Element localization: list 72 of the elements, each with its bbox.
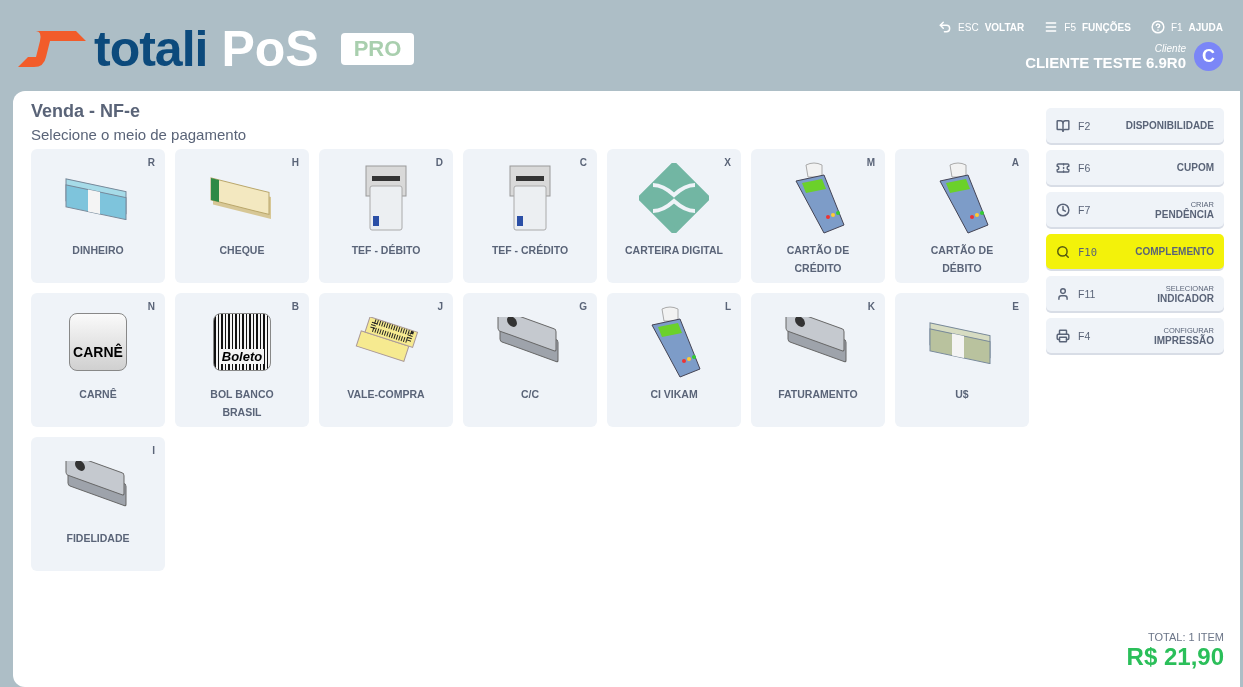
action-button[interactable]: F2 DISPONIBILIDADE (1046, 108, 1224, 143)
payment-label: FIDELIDADE (66, 531, 130, 546)
payment-tile[interactable]: M CARTÃO DE CRÉDITO (751, 149, 885, 283)
shortcut-key: I (152, 445, 155, 456)
payment-tile[interactable]: L CI VIKAM (607, 293, 741, 427)
shortcut-key: M (866, 157, 875, 168)
shortcut-key: A (1011, 157, 1019, 168)
payment-tile[interactable]: E U$ (895, 293, 1029, 427)
search-icon (1056, 244, 1070, 259)
clock-icon (1056, 202, 1070, 217)
shortcut-key: B (291, 301, 299, 312)
logo-text: totali (94, 19, 208, 78)
payment-label: CI VIKAM (650, 387, 698, 402)
total-value: R$ 21,90 (1126, 643, 1224, 671)
action-button[interactable]: F10 COMPLEMENTO (1046, 234, 1224, 269)
shortcut-key: K (867, 301, 875, 312)
payment-label: VALE-COMPRA (347, 387, 425, 402)
client-name: CLIENTE TESTE 6.9R0 (1025, 53, 1186, 71)
barcode-icon: Boleto (213, 313, 271, 371)
shortcut-key: E (1012, 301, 1019, 312)
payment-tile[interactable]: B Boleto BOL BANCO BRASIL (175, 293, 309, 427)
page-title: Venda - NF-e (31, 101, 142, 122)
payment-tile[interactable]: A CARTÃO DE DÉBITO (895, 149, 1029, 283)
payment-label: TEF - DÉBITO (351, 243, 421, 258)
shortcut-key: G (579, 301, 587, 312)
payment-label: CARNÊ (79, 387, 117, 402)
payment-label: U$ (955, 387, 969, 402)
back-icon (938, 20, 953, 34)
client-avatar[interactable]: C (1194, 42, 1223, 71)
payment-tile[interactable]: K FATURAMENTO (751, 293, 885, 427)
payment-label: FATURAMENTO (778, 387, 858, 402)
menu-icon (1044, 20, 1059, 34)
diamond-logo-icon (639, 163, 709, 233)
ticket-icon (1056, 160, 1070, 175)
card-reader-icon (508, 164, 552, 232)
shortcut-key: N (147, 301, 155, 312)
shortcut-key: R (147, 157, 155, 168)
payment-label: CARTÃO DE CRÉDITO (785, 243, 851, 276)
payment-tile[interactable]: R DINHEIRO (31, 149, 165, 283)
shortcut-key: D (435, 157, 443, 168)
payment-label: BOL BANCO BRASIL (209, 387, 275, 420)
shortcut-key: H (291, 157, 299, 168)
help-icon (1150, 20, 1165, 34)
client-caption: Cliente (1154, 42, 1186, 54)
shortcut-key: L (724, 301, 731, 312)
payment-tile[interactable]: I FIDELIDADE (31, 437, 165, 571)
carne-icon: CARNÊ (69, 313, 127, 371)
payment-label: C/C (520, 387, 540, 402)
payment-label: CARTEIRA DIGITAL (625, 243, 723, 258)
payment-tile[interactable]: J VALE-COMPRA (319, 293, 453, 427)
card-reader-icon (364, 164, 408, 232)
shortcut-key: X (724, 157, 731, 168)
book-icon (1056, 118, 1070, 133)
total-caption: TOTAL: 1 ITEM (1148, 631, 1224, 643)
payment-label: CARTÃO DE DÉBITO (929, 243, 995, 276)
printer-icon (1056, 328, 1070, 343)
payment-tile[interactable]: X CARTEIRA DIGITAL (607, 149, 741, 283)
payment-tile[interactable]: N CARNÊ CARNÊ (31, 293, 165, 427)
payment-tile[interactable]: D TEF - DÉBITO (319, 149, 453, 283)
payment-label: DINHEIRO (72, 243, 124, 258)
payment-tile[interactable]: G C/C (463, 293, 597, 427)
shortcut-key: C (579, 157, 587, 168)
action-button[interactable]: F6 CUPOM (1046, 150, 1224, 185)
shortcut-key: J (437, 301, 443, 312)
payment-label: TEF - CRÉDITO (491, 243, 569, 258)
pro-badge: PRO (340, 32, 415, 65)
page-subtitle: Selecione o meio de pagamento (31, 126, 248, 143)
person-icon (1056, 286, 1070, 301)
payment-tile[interactable]: C TEF - CRÉDITO (463, 149, 597, 283)
payment-label: CHEQUE (219, 243, 265, 258)
payment-tile[interactable]: H CHEQUE (175, 149, 309, 283)
logo-text: PoS (221, 19, 319, 78)
